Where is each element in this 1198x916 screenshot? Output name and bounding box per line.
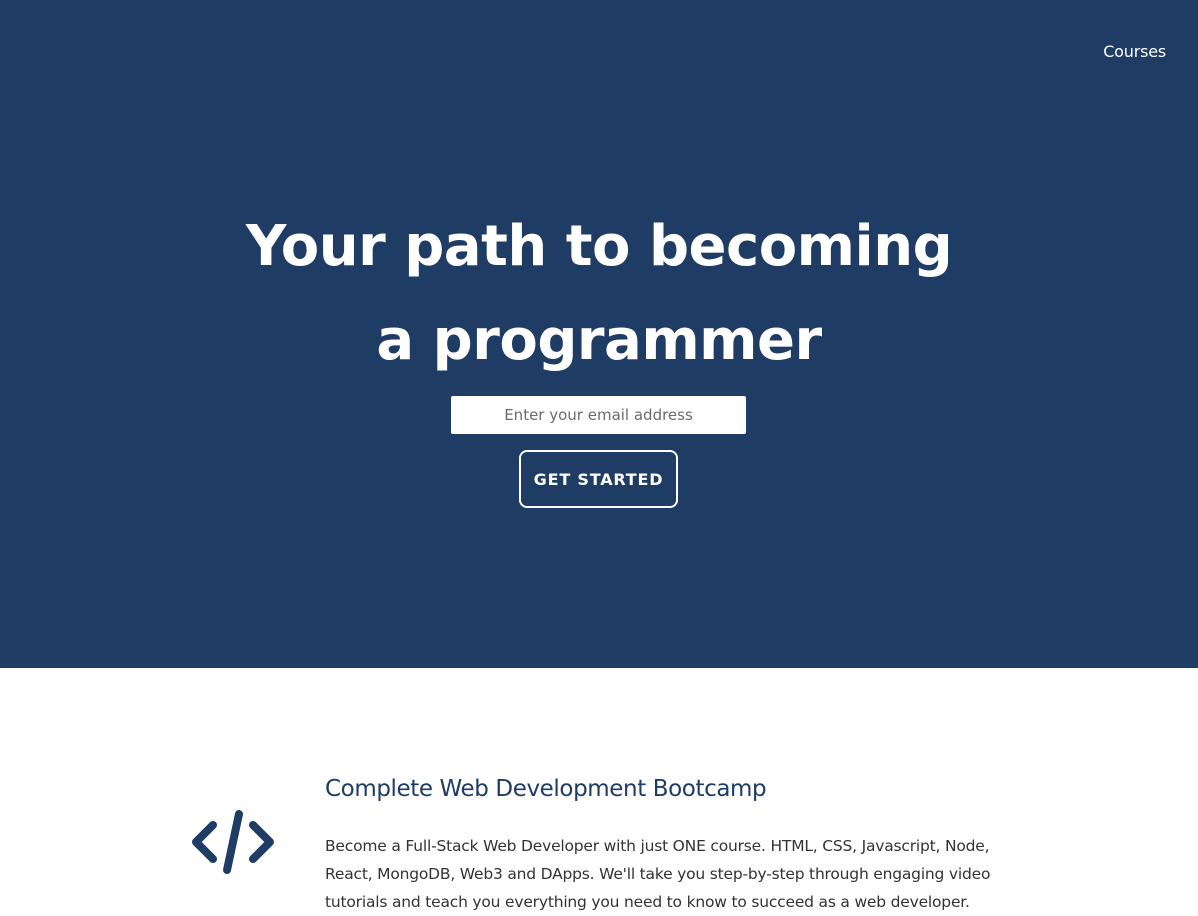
course-description: Become a Full-Stack Web Developer with j… — [325, 837, 991, 911]
get-started-button[interactable]: GET STARTED — [519, 450, 678, 508]
course-title: Complete Web Development Bootcamp — [325, 776, 767, 802]
hero-headline-line1: Your path to becoming — [245, 214, 953, 279]
hero-section: Courses Your path to becoming a programm… — [0, 0, 1198, 668]
code-icon — [190, 808, 276, 880]
nav-link-courses[interactable]: Courses — [1103, 42, 1166, 61]
top-nav: Courses — [1103, 42, 1166, 61]
hero-headline-line2: a programmer — [376, 308, 822, 373]
hero-headline: Your path to becoming a programmer — [0, 200, 1198, 388]
email-input[interactable] — [451, 396, 746, 434]
